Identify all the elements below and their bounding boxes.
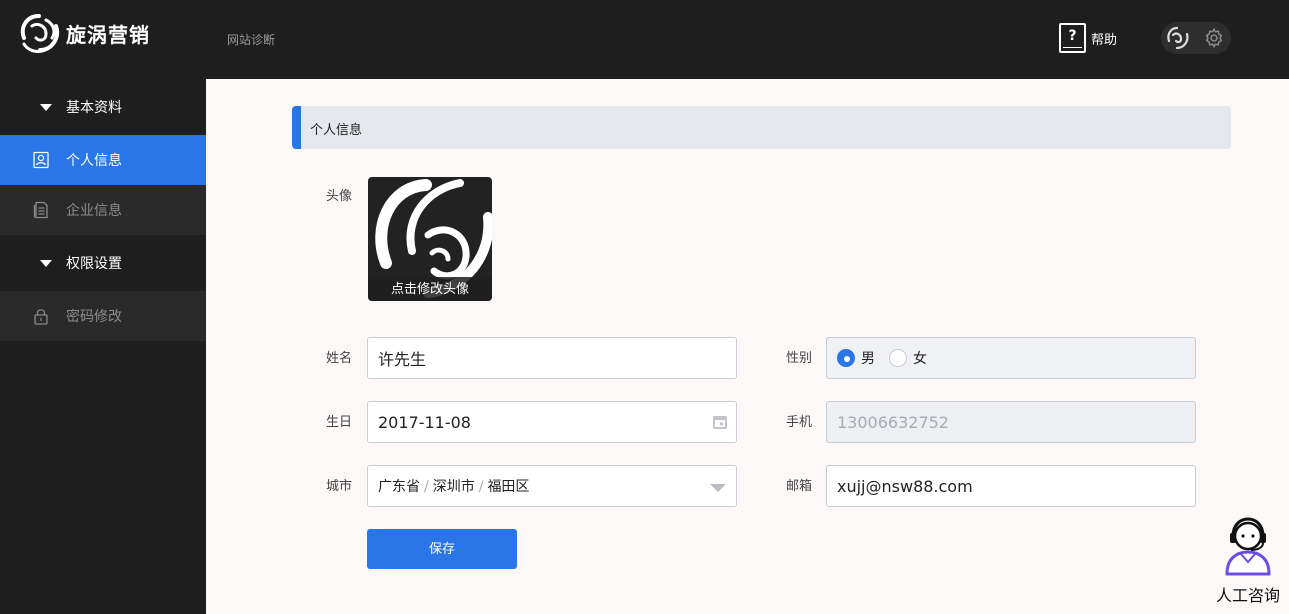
lock-icon: [34, 309, 48, 325]
phone-label: 手机: [786, 415, 813, 430]
main-content: 个人信息 头像 点击修改头像 姓名 许先生 性别 男 女 生日 2017-11-…: [206, 79, 1289, 614]
sidebar-item-change-password[interactable]: 密码修改: [0, 291, 206, 341]
name-label: 姓名: [326, 351, 353, 366]
radio-unchecked-icon: [889, 349, 907, 367]
sidebar-item-label: 企业信息: [66, 203, 122, 219]
save-button[interactable]: 保存: [367, 529, 517, 569]
phone-value: 13006632752: [837, 412, 949, 432]
gender-option-label: 女: [913, 351, 927, 367]
city-separator: /: [478, 479, 484, 495]
city-cascader[interactable]: 广东省 / 深圳市 / 福田区: [367, 465, 737, 507]
sidebar-group-basic-info[interactable]: 基本资料: [0, 79, 206, 135]
help-book-icon: ?: [1059, 23, 1086, 53]
caret-down-icon: [40, 103, 52, 111]
sidebar-item-company-info[interactable]: 企业信息: [0, 185, 206, 235]
gender-option-male[interactable]: 男: [837, 348, 875, 368]
user-avatar-icon: [1167, 26, 1189, 50]
sidebar-item-personal-info[interactable]: 个人信息: [0, 135, 206, 185]
live-consult-widget[interactable]: 人工咨询: [1213, 514, 1283, 606]
gender-radio-group: 男 女: [826, 337, 1196, 379]
email-label: 邮箱: [786, 479, 813, 494]
name-value: 许先生: [378, 350, 427, 369]
birthday-date-input[interactable]: 2017-11-08: [367, 401, 737, 443]
gender-label: 性别: [786, 351, 813, 366]
document-icon: [33, 201, 48, 219]
gender-option-label: 男: [861, 351, 875, 367]
phone-input: 13006632752: [826, 401, 1196, 443]
brand-logo[interactable]: 旋涡营销: [16, 10, 150, 56]
caret-down-icon: [40, 259, 52, 267]
name-input[interactable]: 许先生: [367, 337, 737, 379]
dropdown-caret-icon[interactable]: [710, 484, 726, 492]
consult-label: 人工咨询: [1215, 586, 1280, 605]
user-menu[interactable]: [1161, 22, 1231, 54]
sidebar: 基本资料 个人信息 企业信息 权限设置 密码修改: [0, 79, 206, 614]
city-city: 深圳市: [432, 479, 475, 495]
sidebar-item-label: 个人信息: [66, 153, 122, 169]
email-input[interactable]: xujj@nsw88.com: [826, 465, 1196, 507]
user-card-icon: [33, 151, 49, 169]
radio-checked-icon: [837, 349, 855, 367]
sidebar-group-label: 基本资料: [66, 100, 122, 116]
calendar-icon[interactable]: [712, 414, 728, 430]
city-province: 广东省: [378, 479, 420, 495]
city-value: 广东省 / 深圳市 / 福田区: [378, 476, 529, 496]
section-title: 个人信息: [310, 123, 363, 138]
email-value: xujj@nsw88.com: [837, 476, 973, 496]
swirl-logo-icon: [20, 14, 59, 53]
nav-site-diagnosis[interactable]: 网站诊断: [227, 31, 275, 48]
gender-option-female[interactable]: 女: [889, 348, 927, 368]
help-button[interactable]: ? 帮助: [1059, 23, 1117, 53]
help-label: 帮助: [1091, 32, 1118, 48]
brand-name: 旋涡营销: [66, 22, 150, 47]
avatar-upload[interactable]: 点击修改头像: [368, 177, 492, 301]
birthday-label: 生日: [326, 415, 353, 430]
city-separator: /: [424, 479, 429, 495]
city-district: 福田区: [487, 479, 530, 495]
sidebar-group-permissions[interactable]: 权限设置: [0, 235, 206, 291]
top-header: 旋涡营销 网站诊断 ? 帮助: [0, 0, 1289, 79]
section-header: 个人信息: [292, 106, 1231, 149]
sidebar-group-label: 权限设置: [66, 256, 122, 272]
avatar-label: 头像: [326, 189, 353, 204]
gear-icon[interactable]: [1203, 27, 1225, 49]
customer-service-icon: [1225, 517, 1271, 576]
birthday-value: 2017-11-08: [378, 412, 471, 432]
avatar-caption: 点击修改头像: [368, 277, 492, 301]
city-label: 城市: [326, 479, 353, 494]
sidebar-item-label: 密码修改: [66, 309, 122, 325]
